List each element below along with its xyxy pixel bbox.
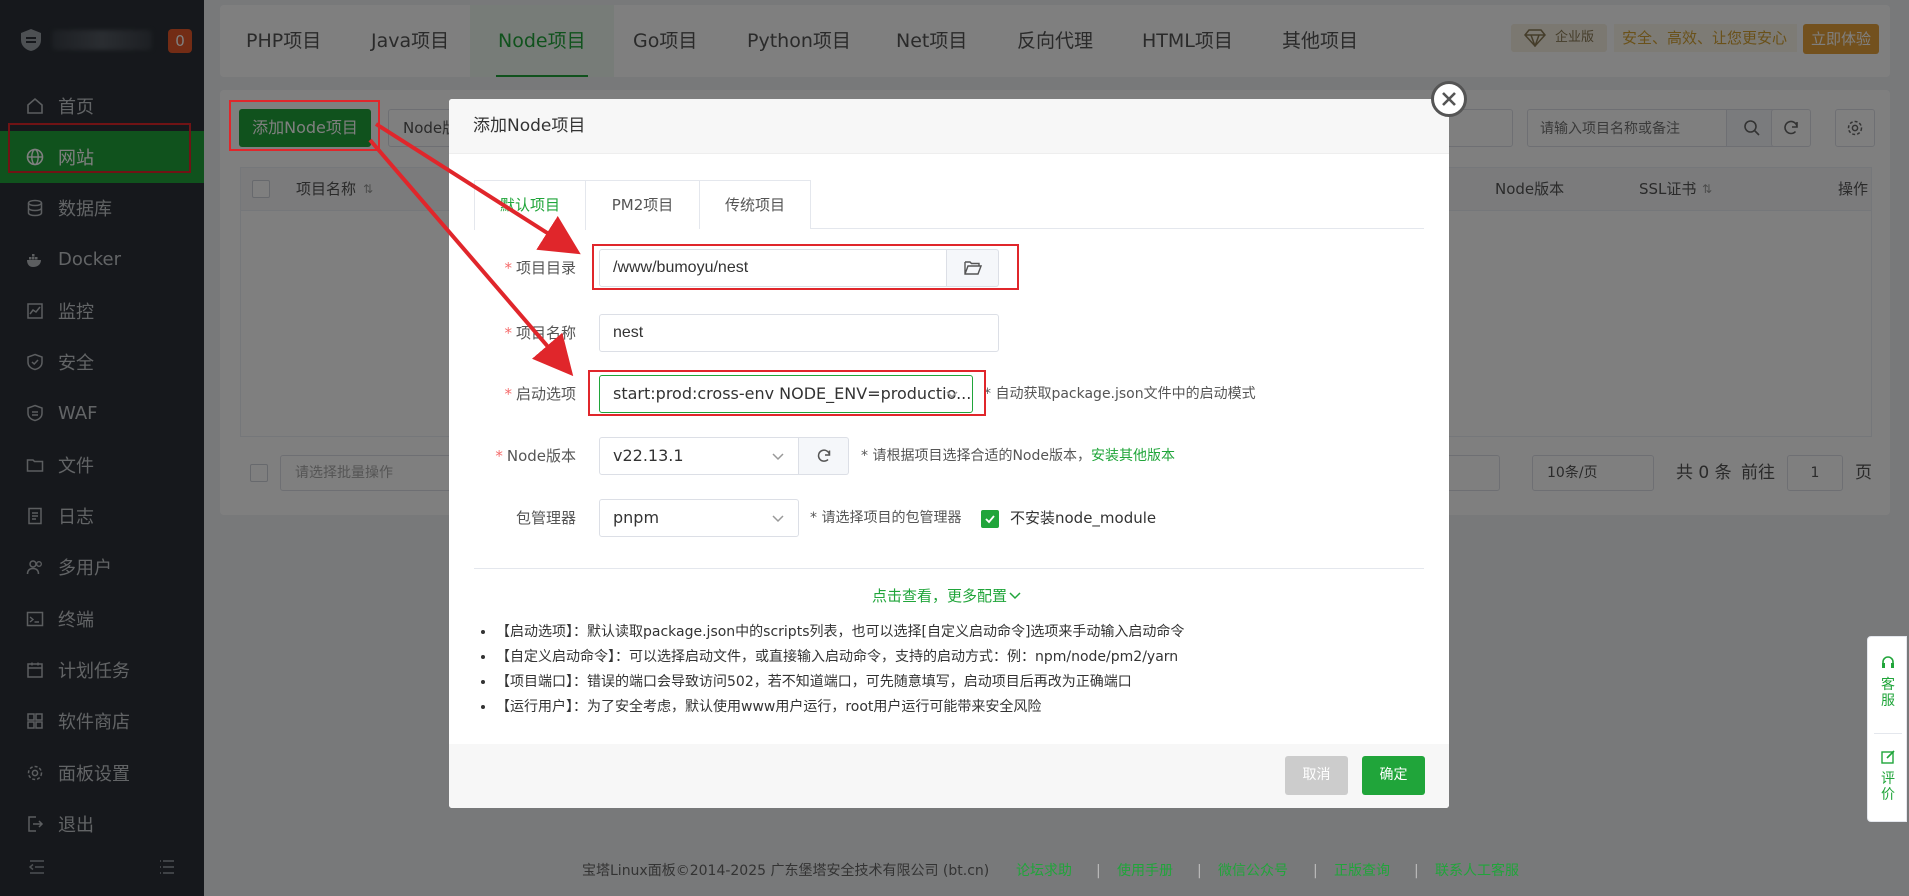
note-item: 【运行用户】：为了安全考虑，默认使用www用户运行，root用户运行可能带来安全… bbox=[496, 695, 1396, 720]
node-version-label: * Node版本 bbox=[495, 447, 576, 465]
tab-pm2-project[interactable]: PM2项目 bbox=[585, 180, 700, 229]
chevron-down-icon bbox=[946, 391, 958, 399]
chevron-down-icon bbox=[772, 515, 784, 523]
note-item: 【项目端口】：错误的端口会导致访问502，若不知道端口，可先随意填写，启动项目后… bbox=[496, 670, 1396, 695]
project-dir-label: * 项目目录 bbox=[504, 259, 576, 277]
footer-separator: | bbox=[1414, 863, 1419, 879]
start-option-label: * 启动选项 bbox=[504, 385, 576, 403]
install-other-version-link[interactable]: 安装其他版本 bbox=[1091, 448, 1175, 464]
package-manager-select[interactable]: pnpm bbox=[599, 499, 799, 537]
float-service-label: 客服 bbox=[1881, 677, 1895, 709]
footer-separator: | bbox=[1197, 863, 1202, 879]
headset-icon bbox=[1882, 656, 1894, 668]
customer-service-button[interactable]: 客服 bbox=[1868, 655, 1908, 709]
footer-link-forum[interactable]: 论坛求助 bbox=[1016, 860, 1072, 882]
footer: 宝塔Linux面板©2014-2025 广东堡塔安全技术有限公司 (bt.cn)… bbox=[0, 860, 1909, 882]
float-service-panel: 客服 评价 bbox=[1867, 636, 1907, 822]
start-option-hint: * 自动获取package.json文件中的启动模式 bbox=[984, 386, 1256, 402]
dialog-close-button[interactable] bbox=[1431, 81, 1467, 117]
project-dir-input[interactable] bbox=[599, 249, 947, 287]
refresh-icon bbox=[817, 449, 830, 462]
package-manager-hint: * 请选择项目的包管理器 bbox=[810, 510, 962, 526]
package-manager-value: pnpm bbox=[613, 508, 660, 527]
copyright: 宝塔Linux面板©2014-2025 广东堡塔安全技术有限公司 (bt.cn) bbox=[582, 863, 990, 879]
node-version-value: v22.13.1 bbox=[613, 446, 684, 465]
node-version-select[interactable]: v22.13.1 bbox=[599, 437, 799, 475]
dialog-title: 添加Node项目 bbox=[449, 99, 1449, 154]
form-divider bbox=[474, 568, 1424, 569]
footer-link-support[interactable]: 联系人工客服 bbox=[1435, 860, 1519, 882]
refresh-node-versions-button[interactable] bbox=[799, 437, 849, 475]
dialog-tabs: 默认项目 PM2项目 传统项目 bbox=[474, 180, 1424, 230]
edit-icon bbox=[1881, 750, 1895, 764]
no-install-label[interactable]: 不安装node_module bbox=[1010, 499, 1156, 537]
help-notes: 【启动选项】：默认读取package.json中的scripts列表，也可以选择… bbox=[496, 620, 1396, 720]
no-install-checkbox[interactable] bbox=[981, 510, 999, 528]
browse-folder-button[interactable] bbox=[947, 249, 999, 287]
node-version-hint: * 请根据项目选择合适的Node版本，安装其他版本 bbox=[861, 448, 1175, 464]
footer-separator: | bbox=[1313, 863, 1318, 879]
footer-link-license[interactable]: 正版查询 bbox=[1334, 860, 1390, 882]
chevron-down-icon bbox=[772, 453, 784, 461]
start-option-value: start:prod:cross-env NODE_ENV=productio.… bbox=[613, 384, 972, 403]
confirm-button[interactable]: 确定 bbox=[1362, 756, 1425, 795]
footer-separator: | bbox=[1096, 863, 1101, 879]
tab-legacy-project[interactable]: 传统项目 bbox=[699, 180, 811, 229]
check-icon bbox=[985, 515, 995, 524]
package-manager-label: 包管理器 bbox=[515, 509, 576, 527]
footer-link-manual[interactable]: 使用手册 bbox=[1117, 860, 1173, 882]
note-item: 【启动选项】：默认读取package.json中的scripts列表，也可以选择… bbox=[496, 620, 1396, 645]
start-option-select[interactable]: start:prod:cross-env NODE_ENV=productio.… bbox=[599, 375, 973, 413]
footer-link-wechat[interactable]: 微信公众号 bbox=[1218, 860, 1288, 882]
more-config-link[interactable]: 点击查看，更多配置 bbox=[872, 585, 1021, 607]
note-item: 【自定义启动命令】：可以选择启动文件，或直接输入启动命令，支持的启动方式：例：n… bbox=[496, 645, 1396, 670]
project-name-input[interactable] bbox=[599, 314, 999, 352]
cancel-button[interactable]: 取消 bbox=[1285, 756, 1348, 795]
float-rate-label: 评价 bbox=[1881, 771, 1895, 803]
folder-open-icon bbox=[963, 261, 982, 275]
float-divider bbox=[1874, 733, 1902, 734]
chevron-down-icon bbox=[1009, 592, 1021, 600]
close-icon bbox=[1442, 92, 1456, 106]
project-name-label: * 项目名称 bbox=[504, 324, 576, 342]
tab-default-project[interactable]: 默认项目 bbox=[474, 180, 586, 230]
rate-button[interactable]: 评价 bbox=[1868, 749, 1908, 803]
